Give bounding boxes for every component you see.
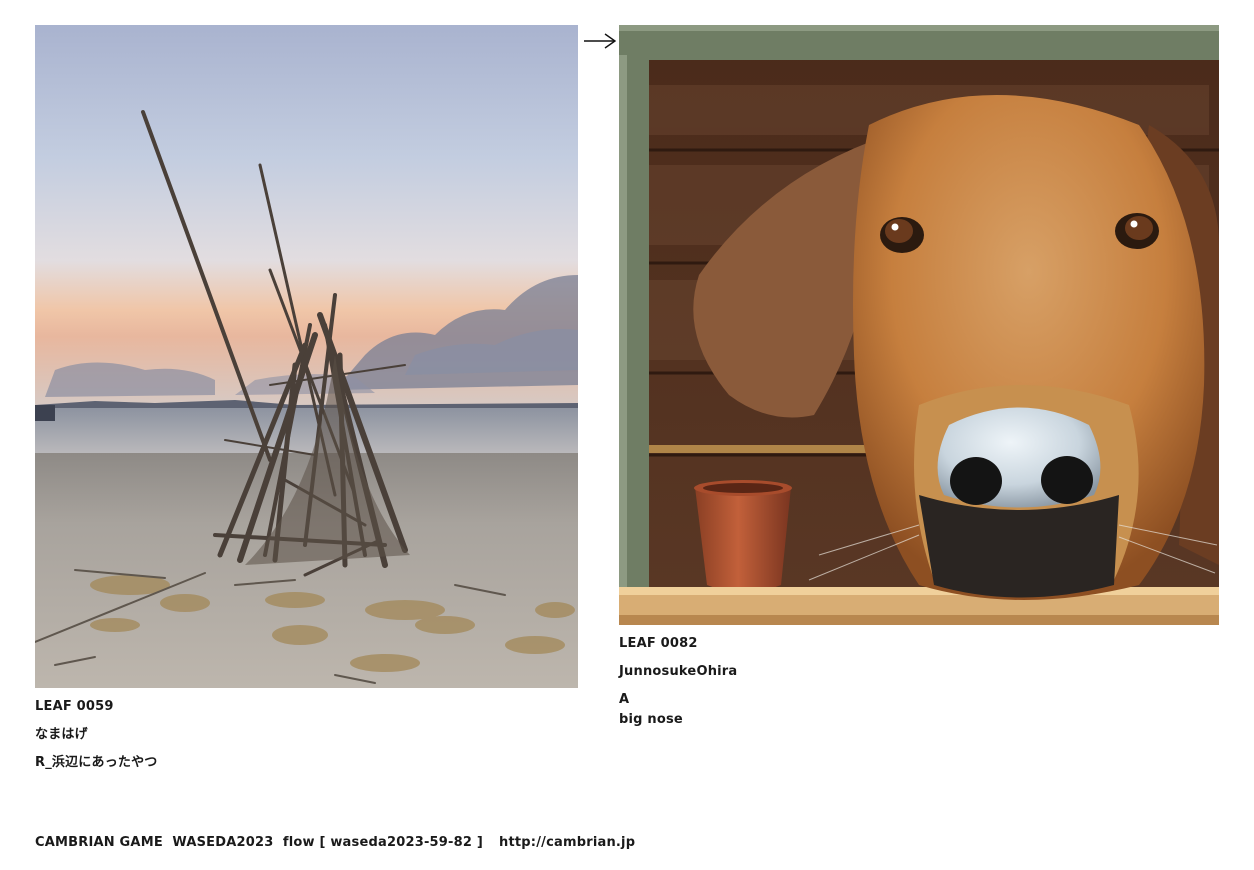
big-nose-dog-photo[interactable]	[619, 25, 1219, 625]
beach-driftwood-illustration	[35, 25, 578, 688]
footer: CAMBRIAN GAME WASEDA2023 flow [ waseda20…	[35, 835, 635, 850]
leaf-author: なまはげ	[35, 727, 88, 742]
right-leaf-caption: LEAF 0082 JunnosukeOhira A big nose	[619, 634, 737, 730]
beach-driftwood-photo[interactable]	[35, 25, 578, 688]
left-leaf-caption: LEAF 0059 なまはげ R_浜辺にあったやつ	[35, 697, 158, 773]
footer-link[interactable]: http://cambrian.jp	[499, 835, 635, 850]
big-nose-dog-illustration	[619, 25, 1219, 625]
leaf-title-line-2: big nose	[619, 712, 683, 727]
leaf-author: JunnosukeOhira	[619, 664, 738, 679]
leaf-title-line-1: A	[619, 692, 630, 707]
footer-text: CAMBRIAN GAME WASEDA2023 flow [ waseda20…	[35, 835, 483, 850]
leaf-id: LEAF 0082	[619, 636, 698, 651]
arrow-right-icon	[584, 33, 617, 49]
leaf-title: R_浜辺にあったやつ	[35, 755, 158, 770]
leaf-id: LEAF 0059	[35, 699, 114, 714]
